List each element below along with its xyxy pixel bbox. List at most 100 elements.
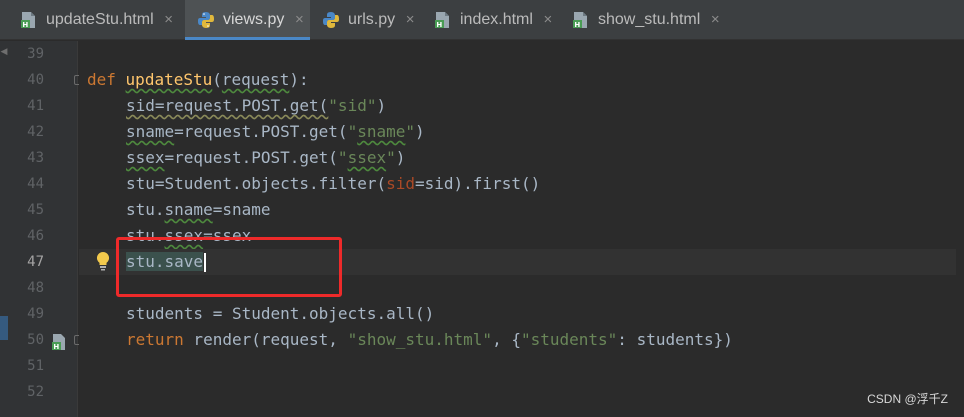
line-number: 41 bbox=[27, 98, 44, 114]
project-tool-strip: ◀ bbox=[0, 41, 8, 417]
keyword: def bbox=[87, 70, 116, 89]
editor-scrollbar[interactable] bbox=[956, 41, 964, 417]
code-token: =Student.objects.filter( bbox=[154, 174, 387, 193]
editor-tab-bar: H updateStu.html × views.py × urls.py × … bbox=[0, 0, 964, 40]
tool-window-marker[interactable] bbox=[0, 316, 8, 340]
navigate-to-template-icon[interactable]: H bbox=[50, 333, 68, 351]
code-token: render(request, bbox=[183, 330, 348, 349]
code-token: ) bbox=[415, 122, 425, 141]
tab-label: updateStu.html bbox=[46, 11, 154, 28]
close-tab-icon[interactable]: × bbox=[403, 12, 417, 27]
tab-views-py[interactable]: views.py × bbox=[185, 0, 310, 40]
tab-label: index.html bbox=[460, 11, 533, 28]
string-literal: "students" bbox=[520, 330, 618, 349]
html-file-icon: H bbox=[435, 12, 449, 29]
close-tab-icon[interactable]: × bbox=[162, 12, 176, 27]
code-token: =sname bbox=[212, 200, 271, 219]
code-line-50: return render(request, "show_stu.html", … bbox=[79, 327, 964, 353]
watermark-text: CSDN @浮千Z bbox=[867, 392, 948, 406]
code-token: stu bbox=[126, 174, 155, 193]
python-file-icon bbox=[323, 12, 339, 28]
code-line-41: sid=request.POST.get("sid") bbox=[79, 93, 964, 119]
line-number: 48 bbox=[27, 280, 44, 296]
code-token: sname bbox=[126, 122, 175, 141]
selected-code: stu.save bbox=[126, 252, 204, 271]
string-literal: " bbox=[386, 148, 396, 167]
parameter: request bbox=[221, 70, 290, 89]
html-file-icon: H bbox=[21, 12, 35, 29]
line-number: 40 bbox=[27, 72, 44, 88]
line-number-current: 47 bbox=[27, 254, 44, 270]
string-literal: ssex bbox=[347, 148, 387, 167]
tab-updatestu-html[interactable]: H updateStu.html × bbox=[0, 0, 185, 40]
code-token: =request.POST.get( bbox=[174, 122, 348, 141]
line-number: 44 bbox=[27, 176, 44, 192]
close-tab-icon[interactable]: × bbox=[708, 12, 722, 27]
keyword: return bbox=[126, 330, 184, 349]
close-tab-icon[interactable]: × bbox=[292, 12, 306, 27]
line-number: 51 bbox=[27, 358, 44, 374]
tab-label: views.py bbox=[223, 11, 285, 28]
code-token: =request.POST.get( bbox=[164, 148, 338, 167]
tab-index-html[interactable]: H index.html × bbox=[422, 0, 560, 40]
lightbulb-icon[interactable] bbox=[95, 251, 111, 271]
code-editor[interactable]: def updateStu(request): sid=request.POST… bbox=[79, 41, 964, 417]
svg-text:H: H bbox=[574, 21, 580, 29]
string-literal: " bbox=[405, 122, 416, 141]
code-token: stu. bbox=[126, 226, 165, 245]
tab-urls-py[interactable]: urls.py × bbox=[310, 0, 422, 40]
code-line-45: stu.sname=sname bbox=[79, 197, 964, 223]
tab-label: urls.py bbox=[348, 11, 396, 28]
svg-text:H: H bbox=[22, 21, 28, 29]
code-token: ): bbox=[289, 70, 309, 89]
line-number: 39 bbox=[27, 46, 44, 62]
code-line-46: stu.ssex=ssex bbox=[79, 223, 964, 249]
code-line-44: stu=Student.objects.filter(sid=sid).firs… bbox=[79, 171, 964, 197]
code-line-47-current: stu.save bbox=[79, 249, 964, 275]
code-line-43: ssex=request.POST.get("ssex") bbox=[79, 145, 964, 171]
expand-arrow-icon[interactable]: ◀ bbox=[0, 47, 8, 57]
code-token: stu. bbox=[126, 200, 165, 219]
code-token: ) bbox=[395, 148, 406, 167]
python-file-icon bbox=[198, 12, 214, 28]
code-line-40: def updateStu(request): bbox=[79, 67, 964, 93]
line-number: 45 bbox=[27, 202, 44, 218]
code-token: ( bbox=[212, 70, 222, 89]
html-file-icon: H bbox=[573, 12, 587, 29]
code-line-49: students = Student.objects.all() bbox=[79, 301, 964, 327]
close-tab-icon[interactable]: × bbox=[541, 12, 555, 27]
string-literal: " bbox=[337, 148, 348, 167]
svg-text:H: H bbox=[53, 343, 59, 351]
string-literal: "show_stu.html" bbox=[347, 330, 493, 349]
code-token: students = Student.objects.all() bbox=[126, 304, 435, 323]
code-token: , { bbox=[492, 330, 521, 349]
string-literal: "sid" bbox=[328, 96, 377, 115]
line-number: 50 bbox=[27, 332, 44, 348]
code-token: =ssex bbox=[203, 226, 252, 245]
text-caret bbox=[204, 253, 207, 272]
keyword-argument: sid bbox=[386, 174, 415, 193]
code-token: ssex bbox=[126, 148, 165, 167]
svg-text:H: H bbox=[436, 21, 442, 29]
code-token: ssex bbox=[164, 226, 204, 245]
tab-label: show_stu.html bbox=[598, 11, 701, 28]
line-number: 49 bbox=[27, 306, 44, 322]
code-token: sname bbox=[164, 200, 213, 219]
tab-show-stu-html[interactable]: H show_stu.html × bbox=[560, 0, 735, 40]
line-number: 46 bbox=[27, 228, 44, 244]
code-token: sid=request.POST.get( bbox=[126, 96, 329, 115]
line-number-gutter: 39 40 41 42 43 44 45 46 47 48 49 50 51 5… bbox=[8, 41, 84, 417]
line-number: 52 bbox=[27, 384, 44, 400]
function-name: updateStu bbox=[125, 70, 213, 89]
code-line-42: sname=request.POST.get("sname") bbox=[79, 119, 964, 145]
code-token: : students}) bbox=[617, 330, 733, 349]
line-number: 43 bbox=[27, 150, 44, 166]
code-token: =sid).first() bbox=[415, 174, 541, 193]
code-token: ) bbox=[376, 96, 387, 115]
string-literal: sname bbox=[357, 122, 406, 141]
line-number: 42 bbox=[27, 124, 44, 140]
